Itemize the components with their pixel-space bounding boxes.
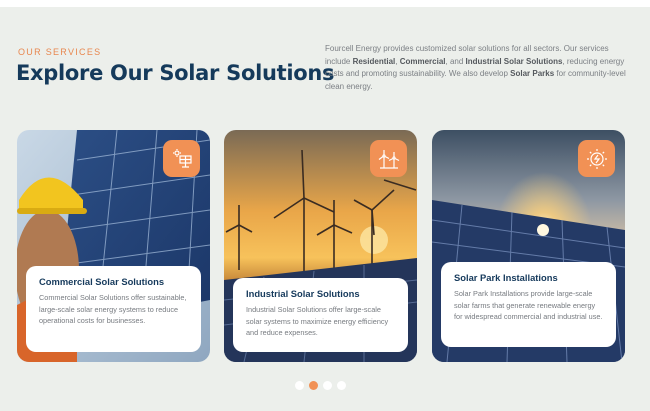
service-card-industrial[interactable]: Industrial Solar Solutions Industrial So…	[224, 130, 417, 362]
carousel-dot[interactable]	[295, 381, 304, 390]
section-eyebrow: OUR SERVICES	[18, 47, 102, 57]
intro-text: , and	[445, 56, 466, 66]
card-description: Commercial Solar Solutions offer sustain…	[39, 293, 187, 325]
card-title[interactable]: Industrial Solar Solutions	[246, 288, 396, 299]
card-info-box: Commercial Solar Solutions Commercial So…	[26, 266, 201, 352]
intro-residential: Residential	[352, 56, 396, 66]
carousel-dot[interactable]	[337, 381, 346, 390]
section-title: Explore Our Solar Solutions	[16, 61, 335, 85]
card-title[interactable]: Solar Park Installations	[454, 272, 604, 283]
carousel-pagination	[295, 381, 346, 390]
card-description: Solar Park Installations provide large-s…	[454, 289, 603, 321]
carousel-dot[interactable]	[323, 381, 332, 390]
card-title[interactable]: Commercial Solar Solutions	[39, 276, 189, 287]
service-card-solar-park[interactable]: Solar Park Installations Solar Park Inst…	[432, 130, 625, 362]
solar-panel-icon	[163, 140, 200, 177]
sun-energy-icon	[578, 140, 615, 177]
card-description: Industrial Solar Solutions offer large-s…	[246, 305, 389, 337]
section-intro: Fourcell Energy provides customized sola…	[325, 43, 627, 93]
service-card-commercial[interactable]: Commercial Solar Solutions Commercial So…	[17, 130, 210, 362]
wind-turbine-icon	[370, 140, 407, 177]
card-info-box: Solar Park Installations Solar Park Inst…	[441, 262, 616, 347]
intro-commercial: Commercial	[399, 56, 446, 66]
carousel-dot-active[interactable]	[309, 381, 318, 390]
card-info-box: Industrial Solar Solutions Industrial So…	[233, 278, 408, 352]
intro-solar-parks: Solar Parks	[510, 69, 555, 78]
intro-industrial: Industrial Solar Solutions	[465, 56, 563, 66]
